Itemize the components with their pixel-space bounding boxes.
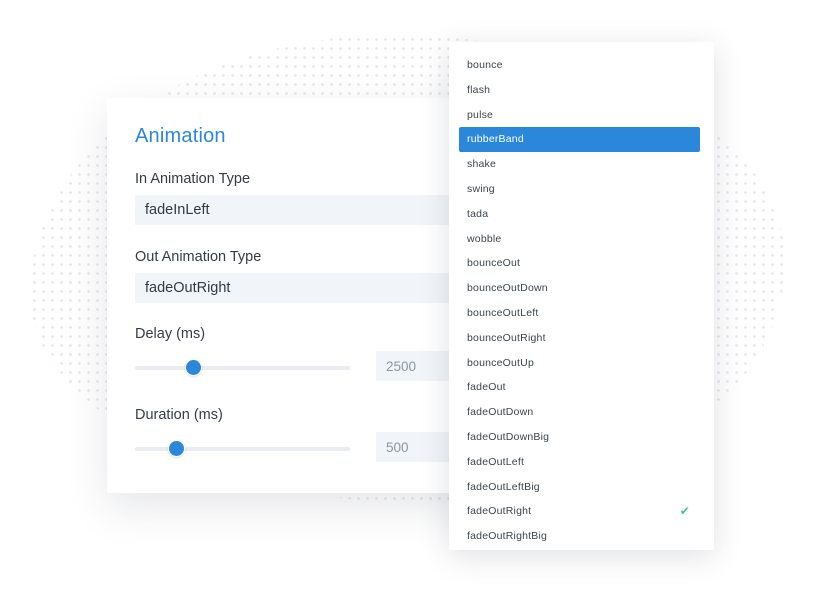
dropdown-option[interactable]: fadeOutRightBig bbox=[459, 524, 700, 549]
delay-slider[interactable] bbox=[135, 360, 350, 375]
dropdown-option-label: fadeOutLeftBig bbox=[467, 480, 540, 493]
dropdown-option-label: bounceOutUp bbox=[467, 356, 534, 369]
dropdown-option-label: bounceOutRight bbox=[467, 331, 546, 344]
dropdown-option-label: fadeOutRightBig bbox=[467, 530, 548, 543]
dropdown-option[interactable]: bounceOutRight bbox=[459, 326, 700, 351]
dropdown-option-label: shake bbox=[467, 158, 497, 171]
dropdown-option[interactable]: fadeOutLeft bbox=[459, 450, 700, 475]
animation-type-dropdown[interactable]: bounce flash pulse rubberBand shake swing tada… bbox=[449, 42, 714, 550]
in-animation-type-label: In Animation Type bbox=[135, 171, 251, 187]
dropdown-option-label: wobble bbox=[467, 232, 502, 245]
dropdown-option[interactable]: fadeOutRight ✔ bbox=[459, 499, 700, 524]
dropdown-option[interactable]: flash bbox=[459, 78, 700, 103]
dropdown-option-label: bounceOutDown bbox=[467, 282, 548, 295]
dropdown-option[interactable]: bounce bbox=[459, 53, 700, 78]
dropdown-option-label: tada bbox=[467, 207, 489, 220]
dropdown-option[interactable]: bounceOutDown bbox=[459, 276, 700, 301]
dropdown-option-label: pulse bbox=[467, 108, 494, 121]
dropdown-option[interactable]: wobble bbox=[459, 227, 700, 252]
dropdown-option[interactable]: tada bbox=[459, 202, 700, 227]
dropdown-option[interactable]: fadeOutDownBig bbox=[459, 425, 700, 450]
dropdown-option-label: fadeOutRight bbox=[467, 505, 532, 518]
panel-title: Animation bbox=[135, 125, 226, 147]
dropdown-option-label: flash bbox=[467, 83, 491, 96]
dropdown-option[interactable]: fadeOut bbox=[459, 375, 700, 400]
delay-label: Delay (ms) bbox=[135, 326, 206, 342]
dropdown-option-label: bounce bbox=[467, 59, 503, 71]
dropdown-option[interactable]: pulse bbox=[459, 103, 700, 128]
dropdown-option-label: swing bbox=[467, 182, 495, 195]
dropdown-option[interactable]: rubberBand bbox=[459, 127, 700, 153]
dropdown-option-label: rubberBand bbox=[467, 133, 524, 146]
dropdown-option[interactable]: fadeOutLeftBig bbox=[459, 475, 700, 500]
dropdown-option[interactable]: bounceOut bbox=[459, 251, 700, 276]
dropdown-list: bounce flash pulse rubberBand shake swing tada… bbox=[449, 42, 714, 549]
dropdown-option-label: fadeOutDownBig bbox=[467, 430, 550, 443]
dropdown-option[interactable]: fadeOutDown bbox=[459, 400, 700, 425]
delay-slider-thumb[interactable] bbox=[186, 360, 202, 375]
duration-slider-thumb[interactable] bbox=[168, 441, 184, 456]
dropdown-option-label: fadeOutDown bbox=[467, 406, 534, 419]
dropdown-option-label: fadeOut bbox=[467, 381, 506, 394]
dropdown-option[interactable]: shake bbox=[459, 152, 700, 177]
duration-label: Duration (ms) bbox=[135, 407, 223, 423]
check-icon: ✔ bbox=[679, 504, 690, 519]
dropdown-option-label: bounceOutLeft bbox=[467, 306, 539, 319]
out-animation-type-label: Out Animation Type bbox=[135, 249, 262, 265]
dropdown-option[interactable]: swing bbox=[459, 177, 700, 202]
dropdown-option[interactable]: bounceOutLeft bbox=[459, 301, 700, 326]
dropdown-option-label: bounceOut bbox=[467, 257, 521, 270]
dropdown-option[interactable]: bounceOutUp bbox=[459, 351, 700, 376]
dropdown-option-label: fadeOutLeft bbox=[467, 455, 525, 468]
animation-settings-panel: Animation In Animation Type fadeInLeft O… bbox=[107, 98, 507, 493]
duration-slider[interactable] bbox=[135, 441, 350, 456]
